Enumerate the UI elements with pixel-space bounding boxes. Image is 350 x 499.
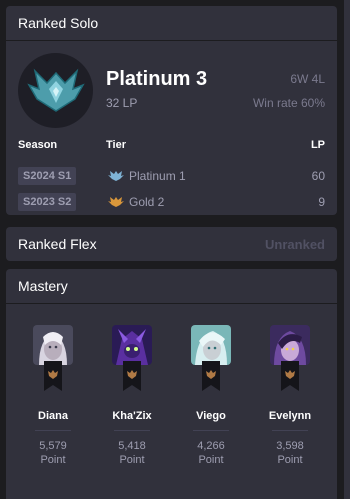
adjacent-panel-edge <box>344 0 350 499</box>
current-tier: Platinum 3 <box>106 68 208 90</box>
mastery-points: 3,598 <box>276 440 304 452</box>
champion-name: Viego <box>196 410 226 422</box>
ranked-solo-card: Ranked Solo Platinum 3 32 LP 6W 4L Win r… <box>6 6 337 215</box>
ranked-solo-title: Ranked Solo <box>6 6 337 41</box>
tier-column-header: Tier <box>106 139 126 151</box>
lp-column-header: LP <box>310 139 325 151</box>
divider <box>272 430 308 431</box>
mastery-points: 4,266 <box>197 440 225 452</box>
viego-portrait-icon <box>191 325 231 365</box>
mastery-points: 5,579 <box>39 440 67 452</box>
khazix-portrait-icon <box>112 325 152 365</box>
divider <box>35 430 71 431</box>
mastery-banner-icon <box>44 361 62 391</box>
season-lp: 9 <box>318 195 325 209</box>
diana-portrait-icon <box>33 325 73 365</box>
season-badge: S2023 S2 <box>18 193 77 211</box>
mastery-champion[interactable]: Viego 4,266 Point <box>181 325 241 467</box>
mastery-points-unit: Point <box>40 454 66 466</box>
mastery-points-unit: Point <box>277 454 303 466</box>
divider <box>114 430 150 431</box>
mastery-points: 5,418 <box>118 440 146 452</box>
champion-name: Evelynn <box>268 410 312 422</box>
ranked-flex-status: Unranked <box>265 237 325 252</box>
mastery-points-unit: Point <box>119 454 145 466</box>
mastery-banner-icon <box>202 361 220 391</box>
evelynn-portrait-icon <box>270 325 310 365</box>
ranked-flex-card: Ranked Flex Unranked <box>6 227 337 261</box>
season-lp: 60 <box>311 169 325 183</box>
champion-name: Diana <box>38 410 68 422</box>
mastery-banner-icon <box>281 361 299 391</box>
platinum-emblem-icon <box>18 53 93 128</box>
win-loss-record: 6W 4L <box>290 72 325 86</box>
win-rate: Win rate 60% <box>252 96 325 110</box>
season-badge: S2024 S1 <box>18 167 77 185</box>
mastery-points-unit: Point <box>198 454 224 466</box>
season-tier: Gold 2 <box>129 195 165 209</box>
platinum-tier-icon <box>108 171 124 181</box>
mastery-title: Mastery <box>6 269 337 304</box>
season-row: S2024 S1 Platinum 1 60 <box>6 167 337 185</box>
current-lp: 32 LP <box>106 96 138 110</box>
mastery-champion[interactable]: Kha'Zix 5,418 Point <box>102 325 162 467</box>
season-row: S2023 S2 Gold 2 9 <box>6 193 337 211</box>
mastery-banner-icon <box>123 361 141 391</box>
mastery-champion[interactable]: Evelynn 3,598 Point <box>260 325 320 467</box>
season-column-header: Season <box>18 139 58 151</box>
divider <box>193 430 229 431</box>
champion-name: Kha'Zix <box>112 410 152 422</box>
season-tier: Platinum 1 <box>129 169 186 183</box>
mastery-champion[interactable]: Diana 5,579 Point <box>23 325 83 467</box>
gold-tier-icon <box>108 197 124 207</box>
